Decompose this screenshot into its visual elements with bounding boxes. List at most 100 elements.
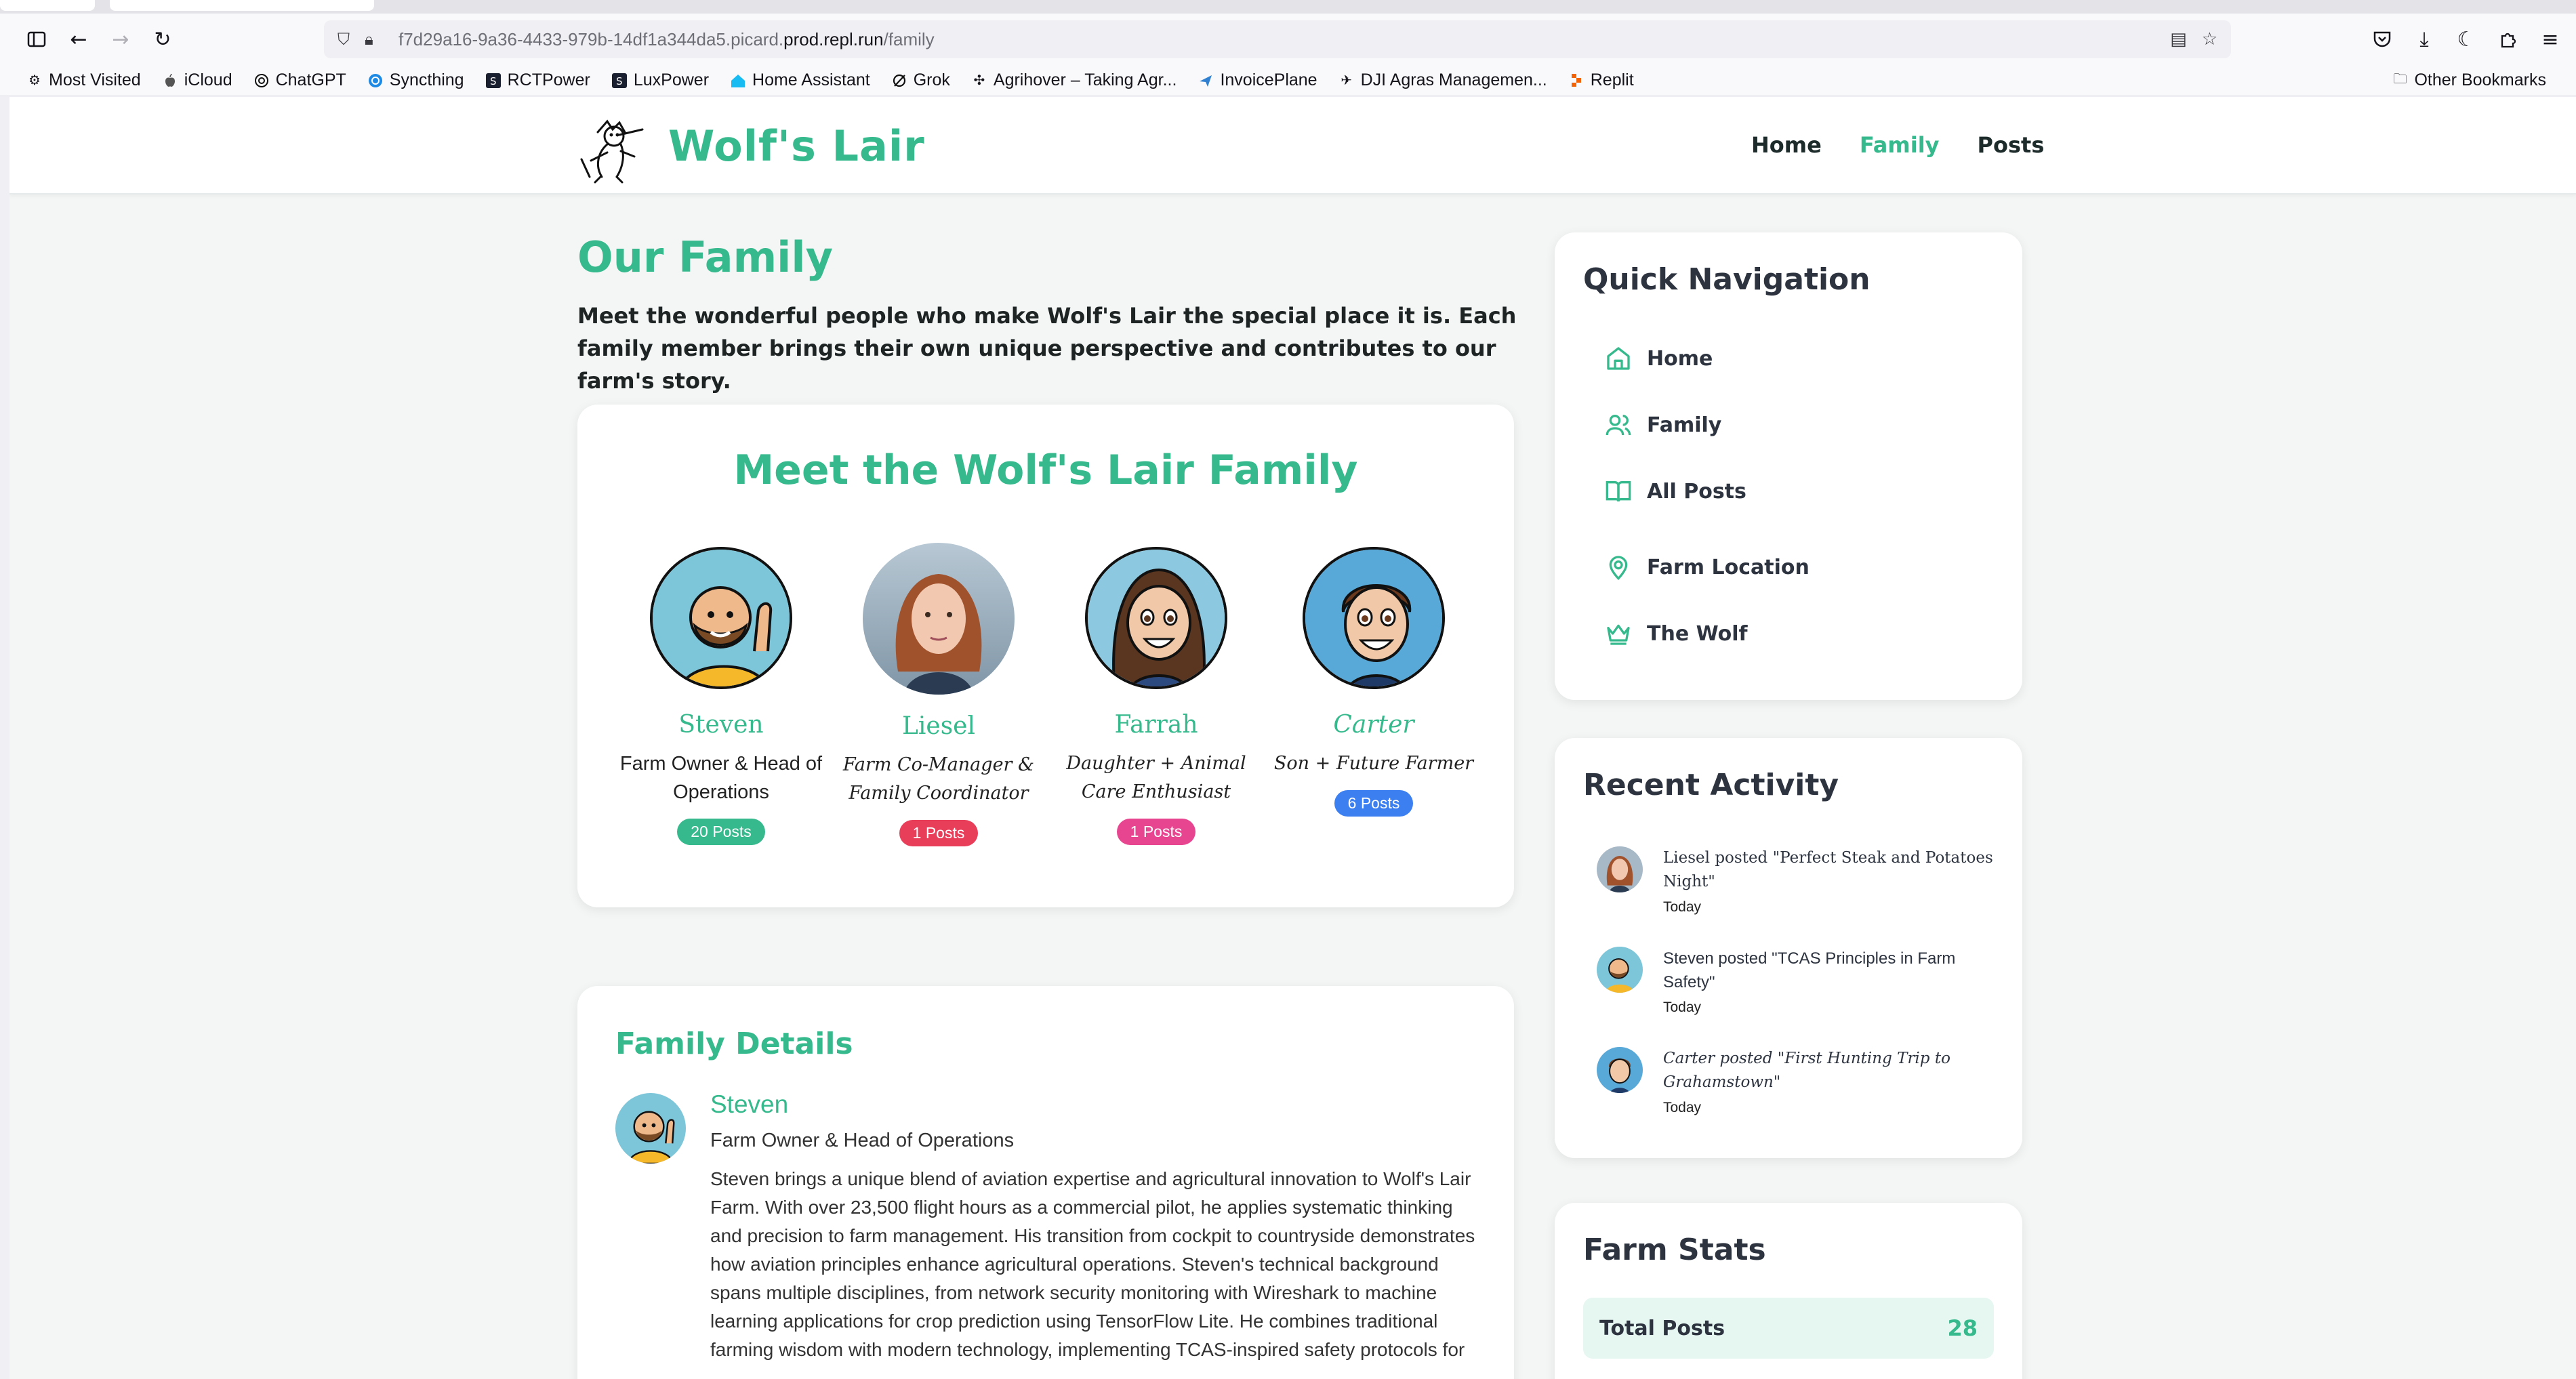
family-heading: Meet the Wolf's Lair Family	[733, 447, 1358, 494]
reader-view-icon[interactable]: ▤	[2170, 29, 2187, 49]
invoiceplane-icon	[1197, 72, 1214, 89]
quick-nav-family[interactable]: Family	[1603, 410, 1721, 440]
recent-activity-card: Recent Activity Liesel posted "Perfect S…	[1555, 738, 2022, 1158]
bookmark-syncthing[interactable]: Syncthing	[367, 70, 464, 90]
bookmark-other[interactable]: 🗀︎ Other Bookmarks	[2391, 70, 2546, 90]
book-icon	[1603, 476, 1633, 506]
menu-icon[interactable]: ≡	[2531, 20, 2569, 58]
member-card-steven[interactable]: Steven Farm Owner & Head of Operations 2…	[619, 547, 823, 845]
back-icon[interactable]: ←	[60, 20, 98, 58]
bookmark-label: Syncthing	[389, 70, 464, 89]
bookmark-label: Most Visited	[49, 70, 141, 89]
home-icon	[1603, 344, 1633, 373]
bookmark-label: LuxPower	[633, 70, 710, 89]
member-role: Son + Future Farmer	[1273, 753, 1474, 774]
activity-text[interactable]: Steven posted "TCAS Principles in Farm S…	[1663, 947, 1995, 994]
quick-nav-home[interactable]: Home	[1603, 344, 1713, 373]
sidebar-toggle-icon[interactable]	[18, 20, 56, 58]
bookmark-icloud[interactable]: iCloud	[161, 70, 232, 90]
member-name: Steven	[678, 711, 764, 739]
reload-icon[interactable]: ↻	[144, 20, 182, 58]
users-icon	[1603, 410, 1633, 440]
bookmark-agrihover[interactable]: ✣ Agrihover – Taking Agr...	[970, 70, 1177, 90]
post-count-badge[interactable]: 1 Posts	[899, 820, 979, 846]
downloads-icon[interactable]: ⤓	[2405, 20, 2443, 58]
extensions-icon[interactable]	[2489, 20, 2527, 58]
dji-icon: ✈	[1341, 73, 1352, 88]
bookmark-grok[interactable]: Grok	[891, 70, 950, 90]
web-page: Wolf's Lair Home Family Posts Our Family…	[9, 97, 2576, 1379]
rctpower-icon: S	[485, 72, 502, 89]
bookmark-star-icon[interactable]: ☆	[2202, 29, 2217, 49]
quick-nav-all-posts[interactable]: All Posts	[1603, 476, 1746, 506]
details-heading: Family Details	[615, 1027, 853, 1061]
avatar[interactable]	[650, 547, 792, 689]
bookmark-luxpower[interactable]: S LuxPower	[611, 70, 709, 90]
member-role: Daughter + Animal Care Enthusiast	[1066, 753, 1246, 802]
tab-strip	[0, 0, 2576, 14]
avatar[interactable]	[1303, 547, 1445, 689]
bookmark-home-assistant[interactable]: Home Assistant	[729, 70, 870, 90]
activity-time: Today	[1663, 1000, 1702, 1015]
url-bar[interactable]: ⛉ 🔒︎ f7d29a16-9a36-4433-979b-14df1a344da…	[324, 20, 2231, 58]
avatar[interactable]	[863, 543, 1015, 695]
bookmark-invoiceplane[interactable]: InvoicePlane	[1197, 70, 1317, 90]
map-pin-icon	[1603, 552, 1633, 582]
shield-icon[interactable]: ⛉	[338, 30, 365, 49]
bookmark-label: InvoicePlane	[1220, 70, 1317, 89]
bookmark-label: RCTPower	[507, 70, 590, 89]
bookmarks-bar: ⚙ Most Visited iCloud ChatGPT Syncthing S…	[0, 65, 2576, 96]
site-logo-text[interactable]: Wolf's Lair	[668, 121, 925, 171]
member-card-carter[interactable]: Carter Son + Future Farmer 6 Posts	[1272, 547, 1475, 817]
wolf-logo-icon[interactable]	[577, 112, 652, 184]
avatar[interactable]	[1085, 547, 1227, 689]
browser-tab-active[interactable]	[110, 0, 374, 11]
svg-text:S: S	[616, 75, 623, 87]
bookmark-rctpower[interactable]: S RCTPower	[485, 70, 590, 90]
activity-text[interactable]: Liesel posted "Perfect Steak and Potatoe…	[1663, 846, 1995, 894]
avatar	[1597, 1047, 1643, 1093]
nav-home[interactable]: Home	[1751, 132, 1822, 158]
detail-role: Farm Owner & Head of Operations	[710, 1130, 1015, 1151]
bookmark-replit[interactable]: Replit	[1568, 70, 1634, 90]
nav-posts[interactable]: Posts	[1978, 132, 2045, 158]
extension-feather-icon[interactable]: ☾	[2447, 20, 2485, 58]
lock-icon[interactable]: 🔒︎	[365, 30, 392, 49]
activity-time: Today	[1663, 1100, 1702, 1115]
url-text[interactable]: f7d29a16-9a36-4433-979b-14df1a344da5.pic…	[398, 29, 935, 50]
site-header: Wolf's Lair Home Family Posts	[9, 97, 2576, 194]
main-content: Our Family Meet the wonderful people who…	[577, 232, 1526, 397]
quick-navigation-card: Quick Navigation Home Family All Posts F…	[1555, 232, 2022, 700]
bookmark-label: Other Bookmarks	[2414, 70, 2546, 89]
member-card-liesel[interactable]: Liesel Farm Co-Manager & Family Coordina…	[837, 543, 1040, 846]
post-count-badge[interactable]: 20 Posts	[677, 819, 765, 845]
member-card-farrah[interactable]: Farrah Daughter + Animal Care Enthusiast…	[1055, 547, 1258, 845]
post-count-badge[interactable]: 1 Posts	[1116, 819, 1196, 845]
chatgpt-icon	[253, 72, 270, 89]
quick-nav-farm-location[interactable]: Farm Location	[1603, 552, 1810, 582]
stat-value: 28	[1947, 1315, 1978, 1341]
stat-total-posts: Total Posts 28	[1583, 1298, 1994, 1359]
nav-family[interactable]: Family	[1860, 132, 1940, 158]
quick-nav-label: All Posts	[1647, 479, 1746, 503]
quick-nav-the-wolf[interactable]: The Wolf	[1603, 619, 1748, 649]
bookmark-chatgpt[interactable]: ChatGPT	[253, 70, 346, 90]
browser-tab-previous[interactable]	[0, 0, 95, 11]
activity-text[interactable]: Carter posted "First Hunting Trip to Gra…	[1663, 1047, 1995, 1094]
browser-window: ← → ↻ ⛉ 🔒︎ f7d29a16-9a36-4433-979b-14df1…	[0, 0, 2576, 1379]
pocket-icon[interactable]	[2363, 20, 2401, 58]
member-role: Farm Co-Manager & Family Coordinator	[842, 754, 1035, 804]
forward-icon[interactable]: →	[102, 20, 140, 58]
post-count-badge[interactable]: 6 Posts	[1334, 790, 1414, 817]
luxpower-icon: S	[611, 72, 628, 89]
bookmark-most-visited[interactable]: ⚙ Most Visited	[26, 70, 141, 90]
bookmark-label: Home Assistant	[752, 70, 870, 89]
stat-label: Total Posts	[1599, 1316, 1725, 1340]
agrihover-icon: ✣	[973, 73, 985, 88]
bookmark-dji[interactable]: ✈ DJI Agras Managemen...	[1338, 70, 1547, 90]
avatar	[615, 1093, 686, 1164]
gear-icon: ⚙	[28, 73, 41, 88]
crown-icon	[1603, 619, 1633, 649]
syncthing-icon	[367, 72, 384, 89]
member-name: Farrah	[1114, 711, 1198, 739]
